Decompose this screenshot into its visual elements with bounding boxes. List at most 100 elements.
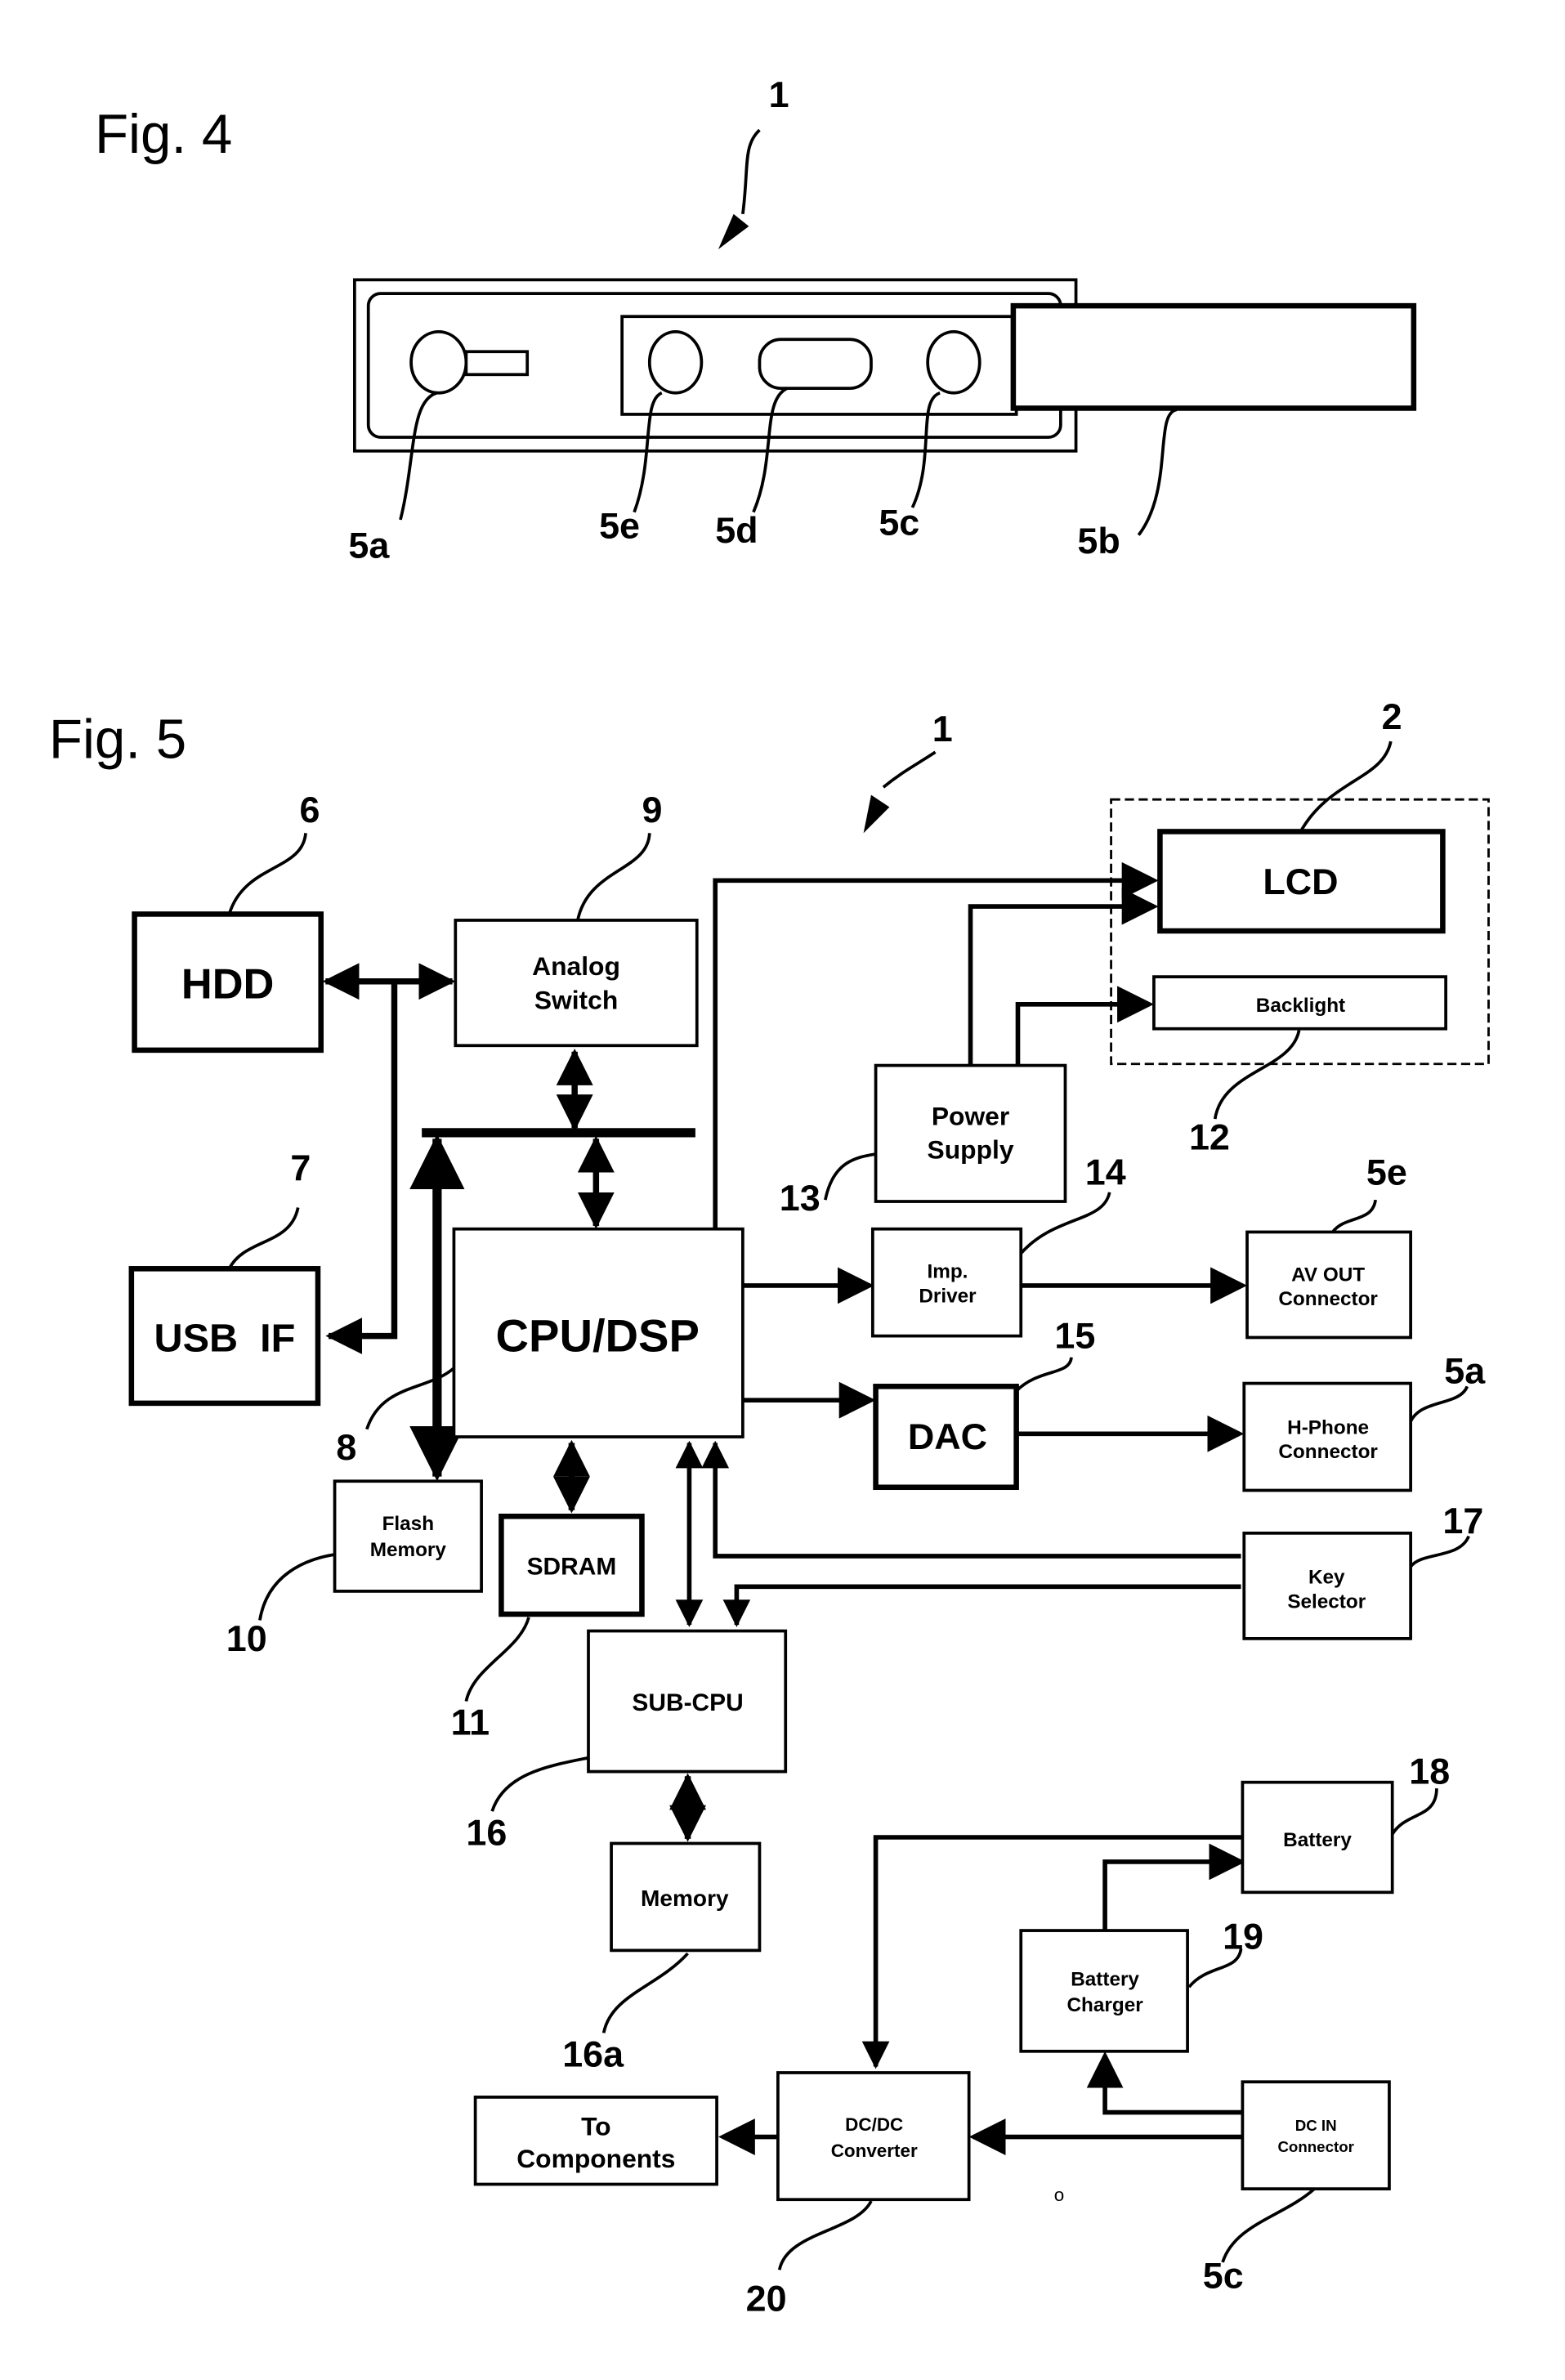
leader-5b [1137, 408, 1178, 536]
key-line1: Key [1308, 1567, 1345, 1589]
ref-9: 9 [642, 789, 662, 830]
wire-power-backlight [1015, 986, 1154, 1066]
block-dac: DAC [873, 1384, 1019, 1491]
power-line2: Supply [928, 1135, 1014, 1165]
imp-line2: Driver [919, 1285, 977, 1307]
block-flash-memory: Flash Memory [333, 1479, 483, 1593]
av-out-jack-5e [647, 330, 704, 395]
fig4: Fig. 4 1 5a 5e 5d 5c 5b [95, 74, 1417, 566]
ref-5e: 5e [599, 504, 640, 546]
charger-line1: Battery [1071, 1968, 1139, 1990]
wire-to-usb [325, 981, 398, 1355]
avout-line2: Connector [1278, 1288, 1378, 1310]
ref-16a: 16a [562, 2033, 624, 2075]
block-hdd: HDD [132, 911, 324, 1054]
block-battery-charger: Battery Charger [1019, 1929, 1189, 2053]
fig5-title: Fig. 5 [49, 709, 186, 771]
ref-6: 6 [300, 789, 320, 830]
lcd-display-5b [1010, 302, 1417, 411]
fig5-device-arrow-icon [863, 794, 890, 834]
ref-5c-fig5: 5c [1203, 2255, 1244, 2297]
ref-13: 13 [780, 1177, 821, 1219]
ref-5c: 5c [879, 502, 919, 544]
ref-5a-fig5: 5a [1444, 1350, 1486, 1392]
dcdc-line1: DC/DC [845, 2114, 903, 2135]
subcpu-label: SUB-CPU [632, 1689, 743, 1716]
ref-20: 20 [746, 2278, 787, 2320]
cpu-dsp-label: CPU/DSP [496, 1309, 700, 1361]
usb-if-label: USB IF [154, 1316, 295, 1360]
ref-14: 14 [1085, 1151, 1126, 1192]
to-line2: Components [516, 2144, 675, 2173]
dc-in-jack-5c [926, 330, 981, 395]
hdd-label: HDD [181, 960, 274, 1008]
fig4-device-ref: 1 [769, 74, 789, 115]
backlight-label: Backlight [1256, 995, 1345, 1017]
block-usb-if: USB IF [128, 1266, 321, 1407]
wire-dcin-charger [1086, 2051, 1241, 2115]
flash-line2: Memory [370, 1539, 447, 1561]
sdram-label: SDRAM [527, 1553, 617, 1580]
fig4-title: Fig. 4 [95, 104, 232, 165]
dcdc-line2: Converter [831, 2141, 918, 2161]
ref-5d: 5d [715, 509, 758, 551]
ref-5e-fig5: 5e [1366, 1151, 1407, 1192]
block-sdram: SDRAM [499, 1513, 645, 1617]
ref-2: 2 [1382, 696, 1402, 737]
fig5-device-leader [882, 750, 937, 789]
analog-switch-line2: Switch [534, 985, 618, 1014]
block-imp-driver: Imp. Driver [870, 1227, 1023, 1338]
fig4-device-leader [741, 128, 761, 215]
flash-line1: Flash [382, 1513, 434, 1535]
ref-19: 19 [1223, 1916, 1263, 1957]
block-av-out: AV OUT Connector [1245, 1230, 1412, 1340]
ref-11: 11 [451, 1702, 490, 1743]
avout-line1: AV OUT [1291, 1264, 1365, 1286]
fig5-device-ref: 1 [932, 708, 953, 749]
block-analog-switch: Analog Switch [454, 919, 699, 1048]
hphone-line1: H-Phone [1287, 1416, 1369, 1438]
memory-label: Memory [641, 1886, 729, 1911]
battery-label: Battery [1283, 1829, 1352, 1851]
block-backlight: Backlight [1152, 975, 1448, 1031]
block-cpu-dsp: CPU/DSP [452, 1227, 744, 1438]
wire-key-subcpu [722, 1584, 1241, 1627]
ref-5a: 5a [348, 525, 390, 566]
block-dc-in-connector: DC IN Connector [1241, 2080, 1391, 2190]
wire-power-lcd [968, 888, 1159, 1066]
analog-switch-line1: Analog [532, 951, 620, 981]
block-power-supply: Power Supply [874, 1063, 1067, 1203]
power-line1: Power [932, 1102, 1009, 1131]
charger-line2: Charger [1067, 1994, 1144, 2016]
headphone-slot [464, 350, 530, 377]
dcin-line1: DC IN [1295, 2117, 1337, 2134]
key-line2: Selector [1287, 1590, 1366, 1613]
ref-10: 10 [226, 1617, 267, 1659]
to-line1: To [581, 2112, 610, 2141]
ref-8: 8 [336, 1426, 356, 1468]
patent-figures: Fig. 4 1 5a 5e 5d 5c 5b Fig. 5 1 HDD USB… [49, 74, 1490, 2320]
ref-17: 17 [1442, 1500, 1483, 1541]
ref-5b: 5b [1077, 520, 1120, 561]
block-key-selector: Key Selector [1242, 1531, 1412, 1640]
ref-18: 18 [1409, 1751, 1450, 1792]
wire-charger-battery [1102, 1843, 1246, 1931]
lcd-label: LCD [1263, 861, 1338, 902]
ref-12: 12 [1189, 1116, 1230, 1157]
stray-mark: o [1054, 2185, 1064, 2205]
fig4-device-arrow-icon [718, 213, 749, 249]
ref-16: 16 [466, 1811, 507, 1853]
headphone-jack-5a [409, 330, 468, 395]
block-memory: Memory [610, 1841, 762, 1953]
block-sub-cpu: SUB-CPU [587, 1629, 788, 1774]
fig5: Fig. 5 1 HDD USB IF Analog Switch CPU/DS… [49, 696, 1490, 2320]
block-lcd: LCD [1157, 829, 1446, 934]
block-h-phone: H-Phone Connector [1242, 1381, 1412, 1492]
ref-15: 15 [1054, 1315, 1095, 1357]
ref-7: 7 [290, 1147, 311, 1188]
block-battery: Battery [1241, 1780, 1394, 1895]
block-dc-dc-converter: DC/DC Converter [776, 2071, 971, 2202]
usb-port-5d [758, 338, 873, 390]
hphone-line2: Connector [1278, 1441, 1378, 1463]
imp-line1: Imp. [927, 1261, 968, 1283]
